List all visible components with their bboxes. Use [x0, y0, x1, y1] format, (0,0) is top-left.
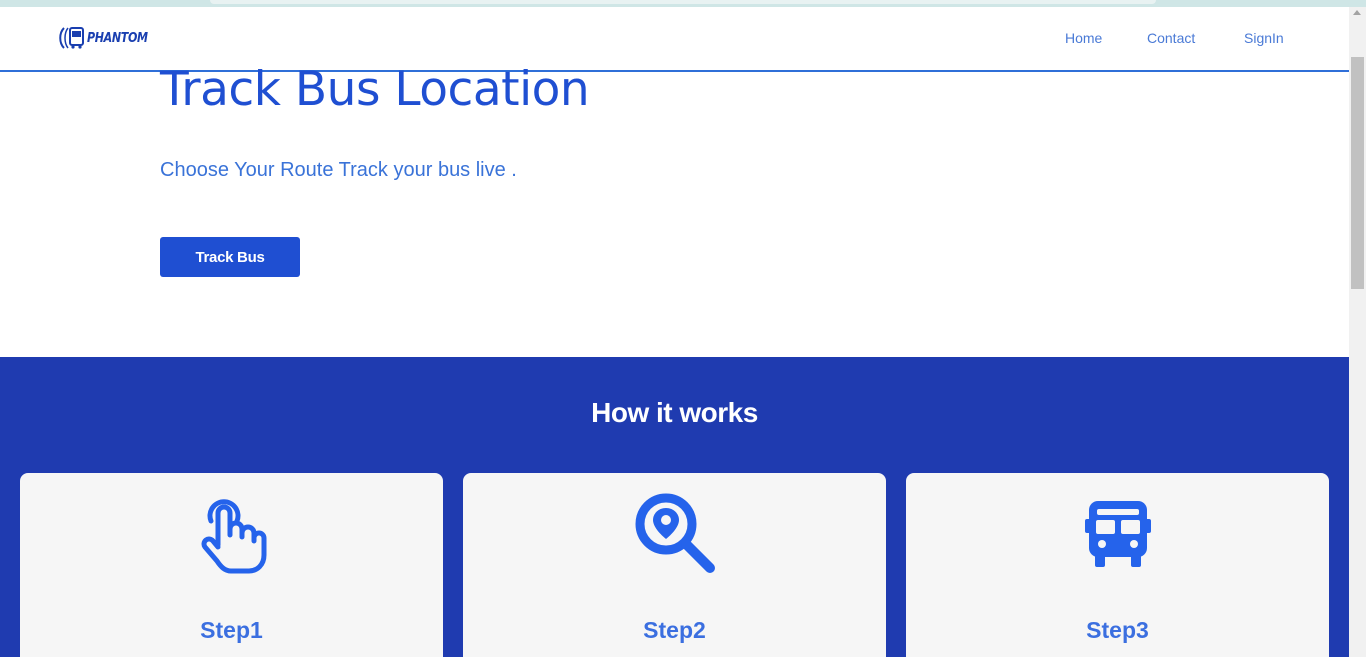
- nav-home-link[interactable]: Home: [1065, 30, 1102, 46]
- step-label: Step3: [1086, 617, 1149, 643]
- how-it-works-section: How it works Step1 Step2 Step3: [0, 357, 1349, 657]
- step-label: Step2: [643, 617, 706, 643]
- nav-contact-link[interactable]: Contact: [1147, 30, 1195, 46]
- step-card-3: Step3: [906, 473, 1329, 657]
- how-it-works-title: How it works: [591, 397, 758, 428]
- step-card-2: Step2: [463, 473, 886, 657]
- hand-pointer-icon: [190, 491, 274, 575]
- bus-icon: [1076, 491, 1160, 575]
- step-label: Step1: [200, 617, 263, 643]
- step-card-1: Step1: [20, 473, 443, 657]
- page-scrollbar[interactable]: [1349, 7, 1366, 657]
- scroll-thumb[interactable]: [1351, 57, 1364, 289]
- browser-top-strip-inner: [210, 0, 1156, 4]
- browser-top-strip: [0, 0, 1366, 7]
- hero-subtitle: Choose Your Route Track your bus live .: [160, 159, 517, 181]
- scroll-up-arrow[interactable]: [1353, 10, 1361, 15]
- nav-signin-link[interactable]: SignIn: [1244, 30, 1284, 46]
- location-search-icon: [633, 491, 717, 575]
- nav-links: Home Contact SignIn: [0, 30, 1349, 50]
- track-bus-button[interactable]: Track Bus: [160, 237, 300, 277]
- hero-title: Track Bus Location: [160, 62, 590, 117]
